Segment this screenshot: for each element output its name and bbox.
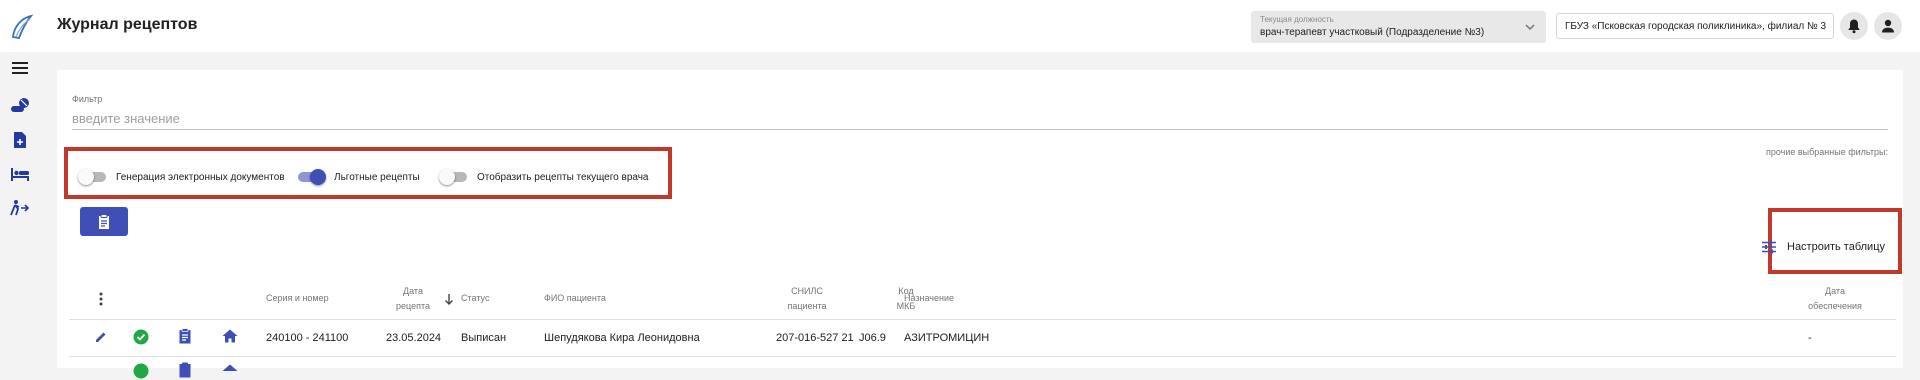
sidebar — [0, 52, 40, 368]
column-header-status[interactable]: Статус — [461, 291, 489, 306]
clipboard-icon[interactable] — [176, 327, 194, 345]
account-button[interactable] — [1874, 12, 1902, 40]
sidebar-item-medications[interactable] — [8, 94, 32, 118]
cell-patient-name: Шепудякова Кира Леонидовна — [544, 332, 700, 344]
position-select[interactable]: Текущая должность врач-терапевт участков… — [1251, 11, 1546, 43]
column-header-snils[interactable]: СНИЛС пациента — [782, 284, 832, 314]
cell-prescription: АЗИТРОМИЦИН — [904, 332, 990, 344]
cell-series-number: 240100 - 241100 — [266, 332, 349, 344]
home-icon[interactable] — [221, 362, 239, 380]
toggle-electronic-documents[interactable]: Генерация электронных документов — [78, 169, 285, 185]
toggle-label: Льготные рецепты — [334, 171, 420, 183]
arrow-down-sort-icon[interactable] — [440, 290, 458, 308]
toggle-switch[interactable] — [78, 169, 106, 185]
page-title: Журнал рецептов — [57, 16, 198, 33]
user-account-icon — [1882, 19, 1894, 33]
column-header-patient-name[interactable]: ФИО пациента — [544, 291, 606, 306]
filter-label: Фильтр — [72, 94, 103, 104]
filter-input[interactable] — [72, 108, 1888, 130]
logo-icon[interactable] — [10, 14, 34, 40]
check-circle-icon — [132, 362, 150, 380]
check-circle-icon — [132, 328, 150, 346]
clipboard-icon[interactable] — [176, 361, 194, 379]
cell-mkb: J06.9 — [859, 332, 886, 344]
file-plus-icon — [14, 132, 26, 148]
hospital-bed-icon — [11, 168, 29, 181]
position-select-value: врач-терапевт участковый (Подразделение … — [1260, 27, 1485, 38]
column-header-series-number[interactable]: Серия и номер — [266, 291, 329, 306]
column-header-prescription[interactable]: Назначение — [904, 291, 954, 306]
clipboard-button[interactable] — [80, 207, 128, 236]
clipboard-icon — [99, 213, 109, 229]
toggle-switch[interactable] — [298, 169, 326, 185]
position-select-label: Текущая должность — [1260, 15, 1334, 24]
cell-status: Выписан — [461, 332, 507, 344]
home-icon[interactable] — [221, 327, 239, 345]
cell-snils: 207-016-527 21 — [776, 332, 854, 344]
table-row-divider — [69, 356, 1896, 357]
toggle-current-doctor-recipes[interactable]: Отобразить рецепты текущего врача — [439, 169, 649, 185]
toggle-label: Отобразить рецепты текущего врача — [477, 171, 649, 183]
edit-icon[interactable] — [92, 328, 110, 346]
other-filters-label: прочие выбранные фильтры: — [1765, 147, 1888, 157]
notifications-button[interactable] — [1840, 12, 1868, 40]
sidebar-item-transfer[interactable] — [8, 196, 32, 220]
sidebar-item-hospital[interactable] — [8, 162, 32, 186]
table-header-divider — [69, 319, 1896, 320]
patient-transfer-icon — [10, 200, 30, 216]
bell-icon — [1848, 19, 1860, 34]
sidebar-item-documents[interactable] — [8, 128, 32, 152]
column-menu-icon[interactable] — [92, 290, 110, 308]
pills-icon — [11, 98, 29, 112]
configure-table-button[interactable]: Настроить таблицу — [1761, 240, 1885, 254]
toggle-preferential-recipes[interactable]: Льготные рецепты — [298, 169, 420, 185]
toggle-switch[interactable] — [439, 169, 467, 185]
configure-table-label: Настроить таблицу — [1787, 241, 1886, 253]
column-header-recipe-date[interactable]: Дата рецепта — [389, 284, 437, 314]
cell-supply-date: - — [1808, 332, 1812, 344]
cell-recipe-date: 23.05.2024 — [386, 332, 442, 344]
tune-icon — [1762, 240, 1776, 254]
top-bar: Журнал рецептов Текущая должность врач-т… — [0, 0, 1920, 52]
recipes-panel: Фильтр прочие выбранные фильтры: Настрои… — [57, 70, 1903, 368]
column-header-supply-date[interactable]: Дата обеспечения — [1800, 284, 1870, 314]
toggle-label: Генерация электронных документов — [116, 171, 285, 183]
hamburger-menu-icon[interactable] — [8, 56, 32, 80]
chevron-down-icon — [1523, 20, 1537, 34]
organization-select[interactable]: ГБУЗ «Псковская городская поликлиника», … — [1556, 13, 1834, 39]
